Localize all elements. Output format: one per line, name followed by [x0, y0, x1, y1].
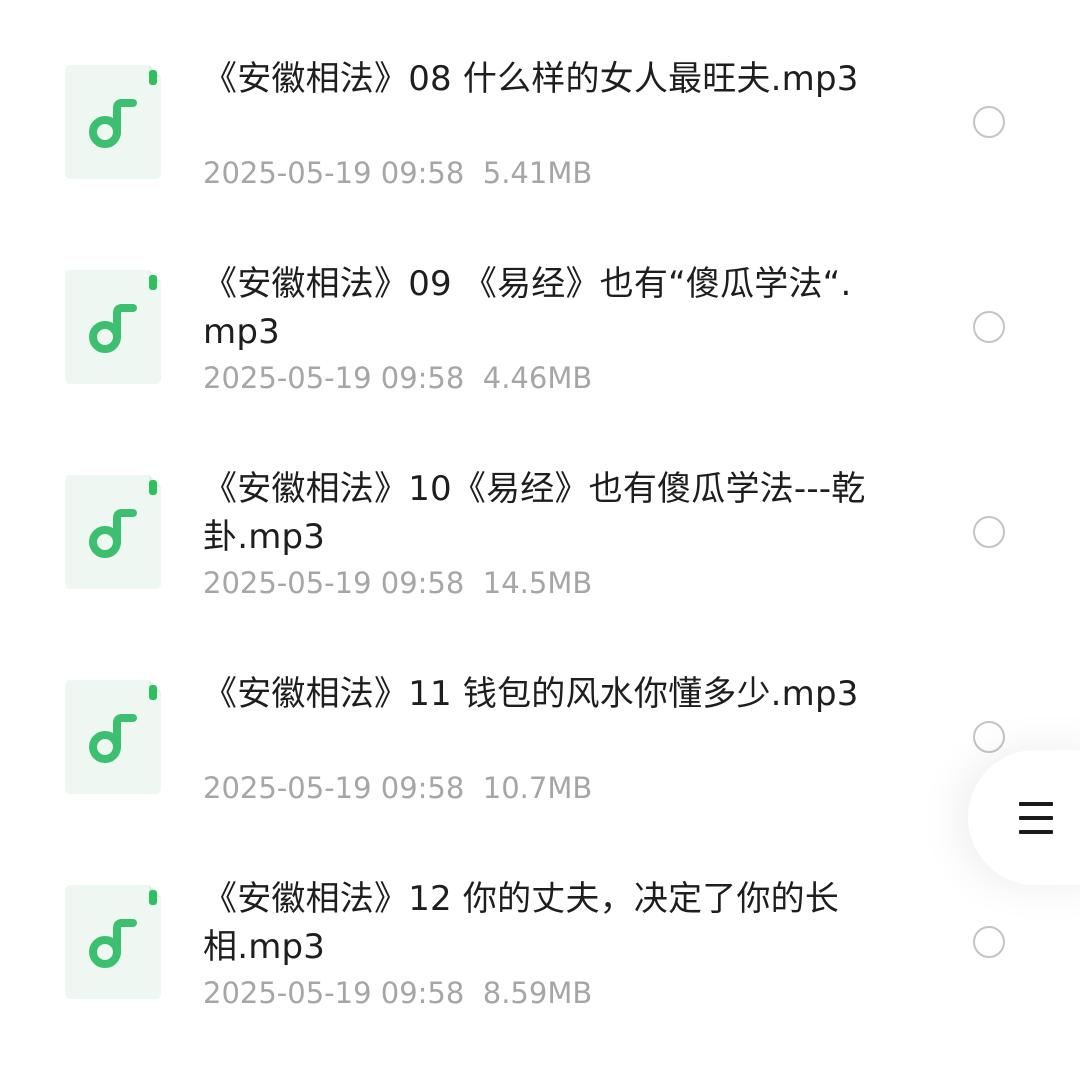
- file-name: 《安徽相法》08 什么样的女人最旺夫.mp3: [203, 59, 859, 99]
- file-meta: 2025-05-19 09:58 8.59MB: [203, 975, 592, 1011]
- file-meta: 2025-05-19 09:58 14.5MB: [203, 565, 592, 601]
- file-date: 2025-05-19 09:58: [203, 976, 465, 1010]
- file-name: 《安徽相法》09 《易经》也有“傻瓜学法“.mp3: [203, 264, 852, 352]
- menu-icon: [1019, 802, 1053, 834]
- music-file-icon: [65, 65, 161, 179]
- file-meta: 2025-05-19 09:58 10.7MB: [203, 770, 592, 806]
- music-file-icon: [65, 475, 161, 589]
- file-size: 10.7MB: [482, 771, 593, 805]
- select-radio[interactable]: [973, 311, 1005, 343]
- file-date: 2025-05-19 09:58: [203, 156, 465, 190]
- file-size: 4.46MB: [482, 361, 593, 395]
- music-file-icon: [65, 885, 161, 999]
- file-name: 《安徽相法》12 你的丈夫，决定了你的长相.mp3: [203, 879, 840, 967]
- file-name: 《安徽相法》10《易经》也有傻瓜学法---乾卦.mp3: [203, 469, 866, 557]
- music-file-icon: [65, 270, 161, 384]
- file-size: 5.41MB: [482, 156, 593, 190]
- file-name: 《安徽相法》11 钱包的风水你懂多少.mp3: [203, 674, 859, 714]
- music-file-icon: [65, 680, 161, 794]
- file-meta: 2025-05-19 09:58 4.46MB: [203, 360, 592, 396]
- file-size: 14.5MB: [482, 566, 593, 600]
- file-meta: 2025-05-19 09:58 5.41MB: [203, 155, 592, 191]
- select-radio[interactable]: [973, 721, 1005, 753]
- file-row[interactable]: 《安徽相法》11 钱包的风水你懂多少.mp3 2025-05-19 09:58 …: [0, 667, 1080, 872]
- select-radio[interactable]: [973, 926, 1005, 958]
- file-row[interactable]: 《安徽相法》08 什么样的女人最旺夫.mp3 2025-05-19 09:58 …: [0, 52, 1080, 257]
- select-radio[interactable]: [973, 106, 1005, 138]
- file-row[interactable]: 《安徽相法》09 《易经》也有“傻瓜学法“.mp3 2025-05-19 09:…: [0, 257, 1080, 462]
- file-row[interactable]: 《安徽相法》12 你的丈夫，决定了你的长相.mp3 2025-05-19 09:…: [0, 872, 1080, 1077]
- file-row[interactable]: 《安徽相法》10《易经》也有傻瓜学法---乾卦.mp3 2025-05-19 0…: [0, 462, 1080, 667]
- file-list: 《安徽相法》08 什么样的女人最旺夫.mp3 2025-05-19 09:58 …: [0, 0, 1080, 1033]
- file-date: 2025-05-19 09:58: [203, 566, 465, 600]
- file-date: 2025-05-19 09:58: [203, 361, 465, 395]
- select-radio[interactable]: [973, 516, 1005, 548]
- file-size: 8.59MB: [482, 976, 593, 1010]
- file-date: 2025-05-19 09:58: [203, 771, 465, 805]
